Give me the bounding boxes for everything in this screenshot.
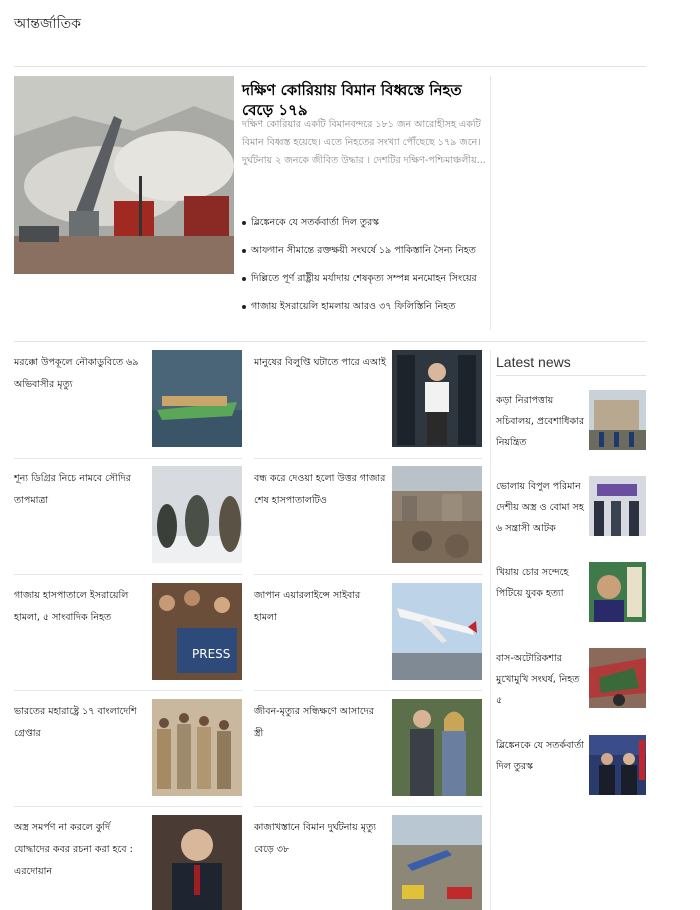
snow-people-photo-icon[interactable] bbox=[152, 466, 242, 563]
news-card-title[interactable]: অস্ত্র সমর্পণ না করলে কুর্দি যোদ্ধাদের ক… bbox=[14, 817, 146, 883]
latest-news-title[interactable]: কড়া নিরাপত্তায় সচিবালয়, প্রবেশাধিকার … bbox=[496, 390, 586, 453]
divider bbox=[254, 458, 482, 459]
news-card[interactable]: কাজাখস্তানে বিমান দুর্ঘটনায় মৃত্যু বেড়… bbox=[254, 815, 482, 910]
related-link[interactable]: ব্লিঙ্কেনকে যে সতর্কবার্তা দিল তুরস্ক bbox=[242, 216, 492, 230]
news-card-title[interactable]: শূন্য ডিগ্রির নিচে নামবে সৌদির তাপমাত্রা bbox=[14, 468, 146, 512]
latest-news-item[interactable]: বাস-অটোরিকশার মুখোমুখি সংঘর্ষ, নিহত ৫ bbox=[496, 648, 646, 708]
related-link[interactable]: আফগান সীমান্তে রক্তক্ষয়ী সংঘর্ষে ১৯ পাক… bbox=[242, 244, 492, 258]
latest-news-title[interactable]: বাস-অটোরিকশার মুখোমুখি সংঘর্ষ, নিহত ৫ bbox=[496, 648, 586, 711]
news-card[interactable]: অস্ত্র সমর্পণ না করলে কুর্দি যোদ্ধাদের ক… bbox=[14, 815, 242, 910]
police-photo-icon[interactable] bbox=[152, 699, 242, 796]
news-card-title[interactable]: গাজায় হাসপাতালে ইসরায়েলি হামলা, ৫ সাংব… bbox=[14, 585, 146, 629]
divider bbox=[14, 690, 242, 691]
news-card[interactable]: গাজায় হাসপাতালে ইসরায়েলি হামলা, ৫ সাংব… bbox=[14, 583, 242, 681]
divider bbox=[14, 806, 242, 807]
news-card-title[interactable]: কাজাখস্তানে বিমান দুর্ঘটনায় মৃত্যু বেড়… bbox=[254, 817, 386, 861]
news-card[interactable]: বন্ধ করে দেওয়া হলো উত্তর গাজার শেষ হাসপ… bbox=[254, 466, 482, 564]
airplane-photo-icon[interactable] bbox=[392, 583, 482, 680]
divider bbox=[490, 350, 491, 910]
news-card[interactable]: শূন্য ডিগ্রির নিচে নামবে সৌদির তাপমাত্রা bbox=[14, 466, 242, 564]
svg-text:PRESS: PRESS bbox=[192, 647, 230, 661]
divider bbox=[14, 66, 646, 67]
divider bbox=[14, 458, 242, 459]
divider bbox=[14, 341, 646, 342]
news-card[interactable]: ভারতের মহারাষ্ট্রে ১৭ বাংলাদেশি গ্রেপ্তা… bbox=[14, 699, 242, 797]
latest-news-item[interactable]: ব্লিঙ্কেনকে যে সতর্কবার্তা দিল তুরস্ক bbox=[496, 735, 646, 795]
diplomats-photo-icon[interactable] bbox=[589, 735, 646, 795]
divider bbox=[254, 574, 482, 575]
latest-news-item[interactable]: ভোলায় বিপুল পরিমান দেশীয় অস্ত্র ও বোমা… bbox=[496, 476, 646, 536]
youth-photo-icon[interactable] bbox=[589, 562, 646, 622]
news-card[interactable]: মরক্কো উপকূলে নৌকাডুবিতে ৬৯ অভিবাসীর মৃত… bbox=[14, 350, 242, 448]
latest-news-title[interactable]: খিয়ায় চোর সন্দেহে পিটিয়ে যুবক হত্যা bbox=[496, 562, 586, 604]
divider bbox=[14, 574, 242, 575]
related-link[interactable]: গাজায় ইসরায়েলি হামলায় আরও ৩৭ ফিলিস্তি… bbox=[242, 300, 492, 314]
latest-news-item[interactable]: কড়া নিরাপত্তায় সচিবালয়, প্রবেশাধিকার … bbox=[496, 390, 646, 450]
news-card-title[interactable]: বন্ধ করে দেওয়া হলো উত্তর গাজার শেষ হাসপ… bbox=[254, 468, 386, 512]
news-card[interactable]: মানুষের বিলুপ্তি ঘটাতে পারে এআই bbox=[254, 350, 482, 448]
lead-headline[interactable]: দক্ষিণ কোরিয়ায় বিমান বিধ্বস্তে নিহত বে… bbox=[242, 80, 492, 120]
lead-image[interactable] bbox=[14, 76, 234, 274]
related-links: ব্লিঙ্কেনকে যে সতর্কবার্তা দিল তুরস্ক আফ… bbox=[242, 216, 492, 328]
couple-photo-icon[interactable] bbox=[392, 699, 482, 796]
secretariat-photo-icon[interactable] bbox=[589, 390, 646, 450]
latest-news-title[interactable]: ভোলায় বিপুল পরিমান দেশীয় অস্ত্র ও বোমা… bbox=[496, 476, 586, 539]
latest-news-item[interactable]: খিয়ায় চোর সন্দেহে পিটিয়ে যুবক হত্যা bbox=[496, 562, 646, 622]
news-card-title[interactable]: জীবন-মৃত্যুর সন্ধিক্ষণে আসাদের স্ত্রী bbox=[254, 701, 386, 745]
lead-story[interactable]: দক্ষিণ কোরিয়ায় বিমান বিধ্বস্তে নিহত বে… bbox=[14, 76, 490, 330]
arrest-photo-icon[interactable] bbox=[589, 476, 646, 536]
news-card-title[interactable]: ভারতের মহারাষ্ট্রে ১৭ বাংলাদেশি গ্রেপ্তা… bbox=[14, 701, 146, 745]
latest-news-heading[interactable]: Latest news bbox=[496, 354, 571, 370]
rubble-photo-icon[interactable] bbox=[392, 466, 482, 563]
news-card-title[interactable]: জাপান এয়ারলাইন্সে সাইবার হামলা bbox=[254, 585, 386, 629]
person-server-photo-icon[interactable] bbox=[392, 350, 482, 447]
divider bbox=[254, 806, 482, 807]
divider bbox=[496, 375, 646, 376]
section-title[interactable]: আন্তর্জাতিক bbox=[14, 12, 81, 36]
news-card-title[interactable]: মানুষের বিলুপ্তি ঘটাতে পারে এআই bbox=[254, 352, 386, 374]
divider bbox=[254, 690, 482, 691]
news-card[interactable]: জাপান এয়ারলাইন্সে সাইবার হামলা bbox=[254, 583, 482, 681]
latest-news-title[interactable]: ব্লিঙ্কেনকে যে সতর্কবার্তা দিল তুরস্ক bbox=[496, 735, 586, 777]
lead-summary: দক্ষিণ কোরিয়ার একটি বিমানবন্দরে ১৮১ জন … bbox=[242, 119, 486, 166]
boat-photo-icon[interactable] bbox=[152, 350, 242, 447]
wreck-photo-icon[interactable] bbox=[589, 648, 646, 708]
press-crowd-photo-icon[interactable]: PRESS bbox=[152, 583, 242, 680]
leader-photo-icon[interactable] bbox=[152, 815, 242, 910]
related-link[interactable]: দিল্লিতে পূর্ণ রাষ্ট্রীয় মর্যাদায় শেষক… bbox=[242, 272, 492, 286]
news-card[interactable]: জীবন-মৃত্যুর সন্ধিক্ষণে আসাদের স্ত্রী bbox=[254, 699, 482, 797]
divider bbox=[490, 76, 491, 330]
news-card-title[interactable]: মরক্কো উপকূলে নৌকাডুবিতে ৬৯ অভিবাসীর মৃত… bbox=[14, 352, 146, 396]
crash-site-photo-icon[interactable] bbox=[392, 815, 482, 910]
